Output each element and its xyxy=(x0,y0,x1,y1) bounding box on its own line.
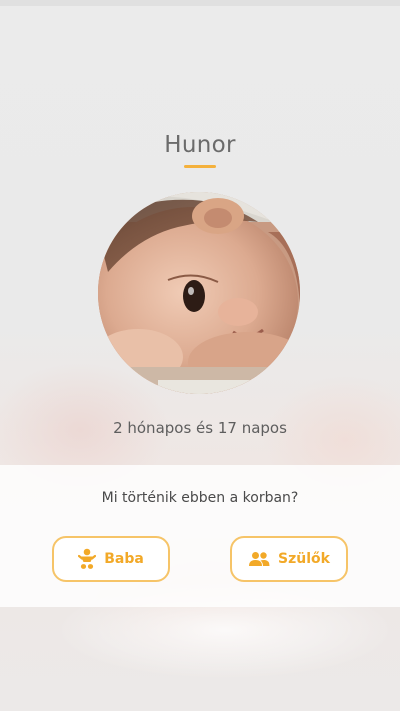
baba-button-label: Baba xyxy=(104,551,144,567)
age-question: Mi történik ebben a korban? xyxy=(101,490,299,506)
child-name-title: Hunor xyxy=(164,132,236,158)
status-bar xyxy=(0,0,400,6)
baby-icon xyxy=(78,548,97,570)
baba-button[interactable]: Baba xyxy=(52,536,170,582)
child-photo xyxy=(98,192,300,394)
title-underline xyxy=(184,165,216,168)
szulok-button-label: Szülők xyxy=(278,551,330,567)
parents-icon xyxy=(248,551,270,567)
szulok-button[interactable]: Szülők xyxy=(230,536,348,582)
child-age-text: 2 hónapos és 17 napos xyxy=(113,419,287,437)
